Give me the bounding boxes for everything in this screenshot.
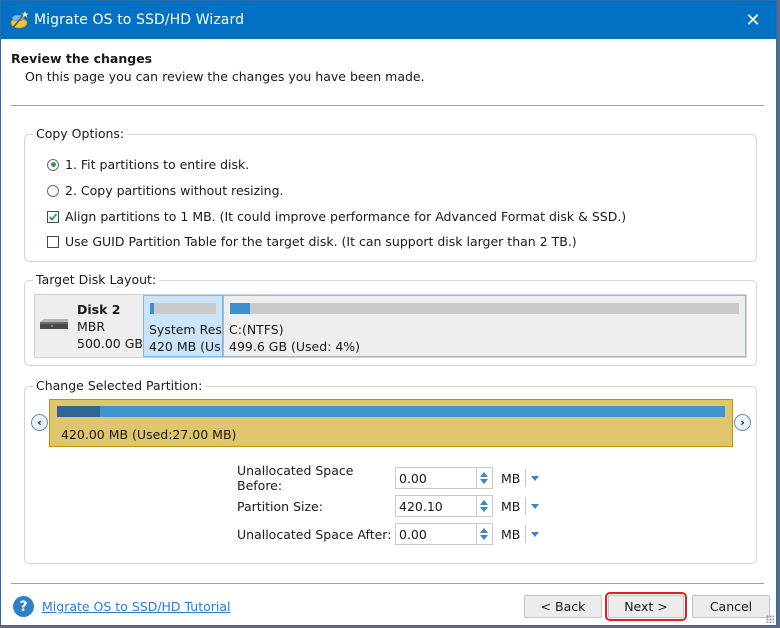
partition-size-input[interactable]	[395, 495, 477, 517]
field-unallocated-before: Unallocated Space Before: MB	[237, 463, 539, 493]
checkbox-use-gpt[interactable]: Use GUID Partition Table for the target …	[47, 234, 577, 249]
partition-usage-bar	[150, 303, 216, 314]
partition-used-fill	[230, 303, 251, 314]
next-partition-button[interactable]: ›	[734, 414, 751, 431]
disk-row: Disk 2 MBR 500.00 GB System Rese 420 MB …	[34, 294, 747, 358]
field-label: Unallocated Space Before:	[237, 463, 354, 493]
partition-usage-bar	[230, 303, 739, 314]
partition-system-reserved[interactable]: System Rese 420 MB (Usi	[143, 295, 223, 357]
partition-c-ntfs[interactable]: C:(NTFS) 499.6 GB (Used: 4%)	[223, 295, 746, 357]
radio-label: 1. Fit partitions to entire disk.	[65, 157, 250, 172]
partition-name: System Rese	[149, 322, 223, 337]
unit-label: MB	[501, 498, 521, 514]
field-label: Unallocated Space After:	[237, 526, 392, 542]
partition-size-spinner[interactable]	[477, 495, 493, 517]
close-icon: ✕	[745, 9, 761, 31]
change-partition-legend: Change Selected Partition:	[33, 378, 206, 393]
field-unallocated-after: Unallocated Space After: MB	[237, 523, 539, 545]
chevron-left-icon: ‹	[37, 416, 42, 429]
resize-grip[interactable]	[766, 615, 774, 623]
disk-type: MBR	[77, 319, 106, 334]
field-label: Partition Size:	[237, 498, 323, 514]
partition-used-fill	[57, 406, 100, 417]
close-button[interactable]: ✕	[738, 5, 768, 35]
footer-divider	[11, 583, 764, 584]
next-button[interactable]: Next >	[605, 592, 687, 621]
radio-fit-partitions[interactable]: 1. Fit partitions to entire disk.	[47, 157, 249, 172]
radio-copy-without-resizing[interactable]: 2. Copy partitions without resizing.	[47, 183, 284, 198]
target-disk-layout-group: Target Disk Layout: Disk 2 MBR 500.00 GB…	[24, 272, 757, 366]
unallocated-before-spinner[interactable]	[477, 467, 493, 489]
previous-partition-button[interactable]: ‹	[31, 414, 48, 431]
copy-options-legend: Copy Options:	[33, 126, 128, 141]
radio-label: 2. Copy partitions without resizing.	[65, 183, 284, 198]
disk-size: 500.00 GB	[77, 336, 143, 351]
cancel-button[interactable]: Cancel	[692, 595, 770, 618]
checkbox[interactable]	[47, 235, 59, 248]
back-button[interactable]: < Back	[524, 595, 602, 618]
title-bar: Migrate OS to SSD/HD Wizard ✕	[1, 1, 776, 39]
unit-label: MB	[501, 470, 521, 486]
copy-options-group: Copy Options: 1. Fit partitions to entir…	[24, 126, 757, 262]
chevron-right-icon: ›	[740, 416, 745, 429]
disk-info: Disk 2 MBR 500.00 GB	[77, 301, 143, 352]
checkbox-align-partitions[interactable]: Align partitions to 1 MB. (It could impr…	[47, 209, 626, 224]
selected-partition-summary: 420.00 MB (Used:27.00 MB)	[61, 427, 237, 442]
partition-used-fill	[150, 303, 155, 314]
tutorial-link[interactable]: Migrate OS to SSD/HD Tutorial	[42, 599, 230, 614]
selected-partition-block[interactable]: 420.00 MB (Used:27.00 MB)	[49, 399, 733, 447]
unallocated-before-input[interactable]	[395, 467, 477, 489]
unallocated-after-spinner[interactable]	[477, 523, 493, 545]
field-partition-size: Partition Size: MB	[237, 495, 539, 517]
checkbox-label: Use GUID Partition Table for the target …	[65, 234, 577, 249]
partition-detail: 499.6 GB (Used: 4%)	[229, 339, 361, 354]
checkbox-label: Align partitions to 1 MB. (It could impr…	[65, 209, 627, 224]
checkmark-icon	[48, 212, 58, 221]
unit-dropdown-icon[interactable]	[531, 531, 539, 537]
radio-button[interactable]	[47, 184, 59, 197]
radio-button-selected[interactable]	[47, 158, 59, 171]
header-divider	[11, 105, 764, 106]
unit-dropdown-icon[interactable]	[531, 503, 539, 509]
unit-label: MB	[501, 526, 521, 542]
disk-name: Disk 2	[77, 302, 121, 317]
checkbox-checked[interactable]	[47, 210, 59, 223]
target-disk-legend: Target Disk Layout:	[33, 272, 160, 287]
partition-name: C:(NTFS)	[229, 322, 284, 337]
hard-disk-icon	[40, 319, 68, 329]
page-subtitle: On this page you can review the changes …	[25, 69, 425, 84]
unit-dropdown-icon[interactable]	[531, 475, 539, 481]
wizard-window: Migrate OS to SSD/HD Wizard ✕ Review the…	[0, 0, 777, 626]
window-title: Migrate OS to SSD/HD Wizard	[34, 12, 245, 28]
unallocated-after-input[interactable]	[395, 523, 477, 545]
wizard-wand-icon	[10, 11, 29, 30]
partition-resize-bar[interactable]	[57, 406, 725, 417]
page-title: Review the changes	[11, 51, 153, 66]
question-circle-icon[interactable]: ?	[13, 596, 34, 617]
partition-detail: 420 MB (Usi	[149, 339, 223, 354]
